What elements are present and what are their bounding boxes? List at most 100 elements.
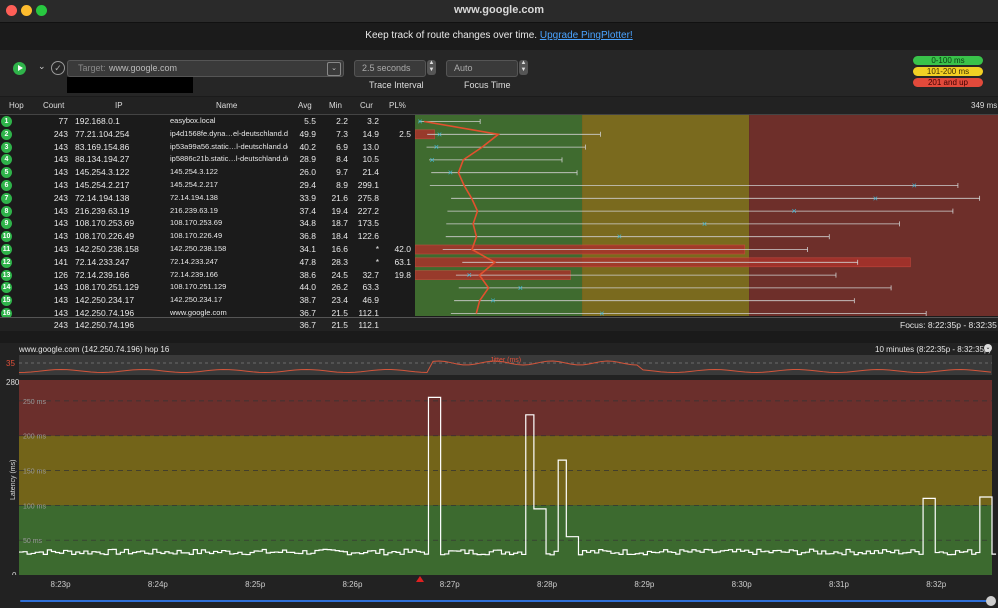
row-cur: 63.3 [362, 282, 379, 293]
table-row[interactable]: 13 126 72.14.239.166 72.14.239.166 38.6 24.5 3… [0, 269, 415, 282]
target-dropdown-icon[interactable]: ⌄ [327, 62, 341, 76]
row-name: 72.14.194.138 [170, 192, 218, 202]
table-row[interactable]: 11 143 142.250.238.158 142.250.238.158 34.1 1… [0, 243, 415, 256]
scrollbar-handle [986, 596, 996, 606]
row-avg: 47.8 [299, 256, 316, 267]
row-min: 6.9 [336, 141, 348, 152]
start-trace-button[interactable] [13, 62, 26, 75]
y-axis-label: Latency (ms) [10, 460, 17, 500]
grid-label: 150 ms [23, 469, 46, 476]
row-ip: 72.14.233.247 [75, 256, 130, 267]
table-row[interactable]: 6 143 145.254.2.217 145.254.2.217 29.4 8.9 299… [0, 179, 415, 192]
table-row[interactable]: 7 243 72.14.194.138 72.14.194.138 33.9 21.6 27… [0, 192, 415, 205]
row-avg: 26.0 [299, 167, 316, 178]
row-ip: 83.169.154.86 [75, 141, 130, 152]
table-row[interactable]: 15 143 142.250.234.17 142.250.234.17 38.7 23.… [0, 294, 415, 307]
row-min: 19.4 [331, 205, 348, 216]
range-dropdown-icon[interactable]: ⌄ [984, 344, 992, 352]
table-row[interactable]: 9 143 108.170.253.69 108.170.253.69 34.8 18.7… [0, 217, 415, 230]
current-latency-marker: × [448, 168, 453, 178]
col-min[interactable]: Min [329, 101, 342, 110]
hop-number: 14 [1, 282, 12, 294]
panel-splitter[interactable] [0, 331, 998, 343]
row-cur: 173.5 [357, 218, 379, 229]
row-pl: 19.8 [394, 269, 411, 280]
window-title: www.google.com [453, 4, 545, 16]
table-row[interactable]: 12 141 72.14.233.247 72.14.233.247 47.8 28.3 *… [0, 256, 415, 269]
hop-number: 7 [1, 192, 12, 204]
target-value[interactable]: www.google.com [109, 63, 177, 73]
table-row[interactable]: 3 143 83.169.154.86 ip53a99a56.static…l-deu… [0, 141, 415, 154]
x-tick-label: 8:28p [537, 580, 558, 589]
table-row[interactable]: 2 243 77.21.104.254 ip4d1568fe.dyna…el-deut… [0, 128, 415, 141]
row-cur: 13.0 [362, 141, 379, 152]
grid-label: 200 ms [23, 434, 46, 441]
table-header: Hop Count IP Name Avg Min Cur PL% 349 ms [0, 97, 998, 115]
col-pl[interactable]: PL% [389, 101, 406, 110]
table-row[interactable]: 1 77 192.168.0.1 easybox.local 5.5 2.2 3.2 [0, 115, 415, 128]
row-avg: 5.5 [304, 116, 316, 126]
col-count[interactable]: Count [43, 101, 64, 110]
current-latency-marker: × [912, 181, 917, 191]
col-name[interactable]: Name [216, 101, 237, 110]
table-row[interactable]: 5 143 145.254.3.122 145.254.3.122 26.0 9.7 21.… [0, 166, 415, 179]
chevron-down-icon[interactable]: ⌄ [38, 61, 46, 72]
row-ip: 145.254.3.122 [75, 167, 130, 178]
hop-number: 2 [1, 128, 12, 140]
summary-avg: 36.7 [299, 320, 316, 330]
summary-min: 21.5 [331, 320, 348, 330]
row-ip: 216.239.63.19 [75, 205, 130, 216]
row-min: 8.4 [336, 154, 348, 165]
row-ip: 142.250.238.158 [75, 244, 139, 254]
row-name: 142.250.234.17 [170, 295, 223, 305]
col-ip[interactable]: IP [115, 101, 123, 110]
upgrade-link[interactable]: Upgrade PingPlotter! [540, 30, 633, 41]
table-row[interactable]: 14 143 108.170.251.129 108.170.251.129 44.0 2… [0, 281, 415, 294]
row-min: 24.5 [331, 269, 348, 280]
row-name: ip53a99a56.static…l-deutschland.de [170, 141, 288, 151]
latency-history-chart[interactable]: 35 Jitter (ms) 250 ms 200 ms 150 ms 100 ms 50 … [0, 355, 998, 608]
summary-row: 243 142.250.74.196 36.7 21.5 112.1 Focus… [0, 317, 998, 331]
row-name: easybox.local [170, 116, 216, 125]
row-avg: 29.4 [299, 180, 316, 190]
table-row[interactable]: 10 143 108.170.226.49 108.170.226.49 36.8 18.… [0, 230, 415, 243]
row-count: 243 [53, 128, 68, 139]
check-icon[interactable]: ✓ [51, 61, 65, 75]
current-latency-marker: × [873, 193, 878, 203]
current-latency-marker: × [437, 129, 442, 139]
x-tick-label: 8:24p [148, 580, 169, 589]
target-input[interactable]: Target: www.google.com ⌄ [67, 60, 344, 77]
row-count: 143 [53, 218, 68, 229]
focus-time-field[interactable]: Auto [446, 60, 518, 77]
route-latency-graph[interactable]: × × × × × × × × × × × × × × [415, 115, 998, 316]
table-row[interactable]: 4 143 88.134.194.27 ip5886c21b.static…l-deu… [0, 153, 415, 166]
zone-red [749, 115, 998, 316]
col-cur[interactable]: Cur [360, 101, 373, 110]
row-cur: 275.8 [357, 192, 379, 203]
row-cur: 10.5 [362, 154, 379, 165]
col-hop[interactable]: Hop [9, 101, 24, 110]
time-scrollbar [20, 600, 992, 602]
current-latency-marker: × [467, 270, 472, 280]
table-row[interactable]: 8 143 216.239.63.19 216.239.63.19 37.4 19.4 22… [0, 205, 415, 218]
grid-label: 50 ms [23, 538, 43, 545]
row-count: 143 [53, 167, 68, 178]
x-tick-label: 8:27p [440, 580, 461, 589]
row-name: 72.14.233.247 [170, 256, 218, 266]
row-count: 143 [53, 295, 68, 306]
promo-banner: Keep track of route changes over time. U… [0, 30, 998, 41]
trace-interval-value: 2.5 seconds [362, 63, 411, 73]
row-avg: 44.0 [299, 282, 316, 293]
focus-time-stepper[interactable]: ▲ ▼ [519, 60, 528, 75]
summary-count: 243 [53, 320, 68, 330]
trace-interval-field[interactable]: 2.5 seconds [354, 60, 426, 77]
hop-number: 12 [1, 256, 12, 268]
row-avg: 36.8 [299, 231, 316, 242]
trace-interval-stepper[interactable]: ▲ ▼ [427, 60, 436, 75]
row-name: ip5886c21b.static…l-deutschland.de [170, 154, 288, 164]
col-avg[interactable]: Avg [298, 101, 312, 110]
current-latency-marker: × [490, 296, 495, 306]
legend-201-up: 201 and up [913, 78, 983, 87]
row-avg: 34.1 [299, 244, 316, 254]
current-latency-marker: × [434, 142, 439, 152]
